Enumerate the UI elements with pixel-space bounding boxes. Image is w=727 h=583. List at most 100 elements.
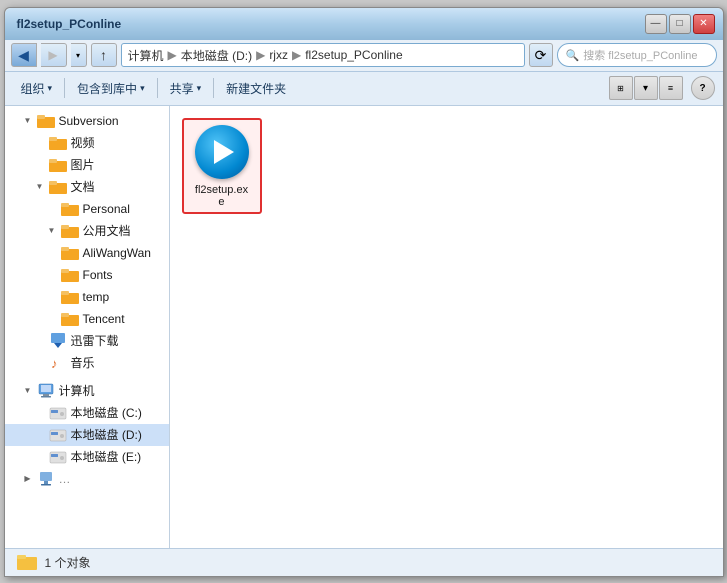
sidebar-item-documents[interactable]: ▼ 文档: [5, 176, 169, 198]
file-icon: [194, 124, 250, 180]
expand-icon: ▼: [23, 116, 33, 126]
sidebar-item-drive-d[interactable]: 本地磁盘 (D:): [5, 424, 169, 446]
expand-icon: [35, 160, 45, 170]
drive-icon: [49, 427, 67, 443]
search-icon: 🔍: [566, 49, 580, 62]
window-controls: — □ ✕: [645, 14, 715, 34]
sidebar-item-temp[interactable]: temp: [5, 286, 169, 308]
sidebar-label: 计算机: [59, 382, 95, 399]
drive-icon: [49, 405, 67, 421]
expand-icon: [35, 430, 45, 440]
download-icon: [49, 333, 67, 349]
sidebar-item-aliwangwang[interactable]: AliWangWan: [5, 242, 169, 264]
sidebar-label: 迅雷下载: [71, 332, 119, 349]
organize-button[interactable]: 组织 ▾: [13, 75, 61, 101]
play-icon-container: [195, 125, 249, 179]
folder-icon: [61, 246, 79, 260]
sidebar-item-personal[interactable]: Personal: [5, 198, 169, 220]
expand-icon: [47, 248, 57, 258]
file-label: fl2setup.exe: [195, 184, 248, 208]
status-folder-icon: [17, 553, 37, 571]
refresh-button[interactable]: ⟳: [529, 43, 553, 67]
expand-icon: [47, 292, 57, 302]
status-text: 1 个对象: [45, 554, 91, 571]
toolbar-separator-2: [157, 78, 158, 98]
minimize-button[interactable]: —: [645, 14, 667, 34]
sidebar-label: Tencent: [83, 312, 125, 326]
path-segment: 计算机 ▶ 本地磁盘 (D:) ▶ rjxz ▶ fl2setup_PConli…: [128, 47, 403, 64]
expand-icon: [35, 452, 45, 462]
toolbar-separator: [64, 78, 65, 98]
folder-icon: [37, 114, 55, 128]
folder-icon: [49, 180, 67, 194]
sidebar-label: 音乐: [71, 354, 95, 371]
folder-icon: [61, 224, 79, 238]
sidebar-item-computer[interactable]: ▼ 计算机: [5, 380, 169, 402]
main-area: ▼ Subversion 视频 图片 ▼ 文档: [5, 106, 723, 548]
sidebar-label: Fonts: [83, 268, 113, 282]
explorer-window: fl2setup_PConline — □ ✕ ◀ ▶ ▾ ↑ 计算机 ▶ 本地…: [4, 7, 724, 577]
sidebar-item-drive-e[interactable]: 本地磁盘 (E:): [5, 446, 169, 468]
network-icon: [37, 471, 55, 487]
folder-icon: [61, 268, 79, 282]
folder-icon: [49, 158, 67, 172]
sidebar-label: Personal: [83, 202, 130, 216]
toolbar-separator-3: [213, 78, 214, 98]
expand-icon: [35, 358, 45, 368]
search-placeholder: 搜索 fl2setup_PConline: [583, 47, 697, 63]
sidebar-label: 本地磁盘 (E:): [71, 448, 142, 465]
help-button[interactable]: ?: [691, 76, 715, 100]
sidebar-item-xunlei[interactable]: 迅雷下载: [5, 330, 169, 352]
sidebar[interactable]: ▼ Subversion 视频 图片 ▼ 文档: [5, 106, 170, 548]
sidebar-item-pictures[interactable]: 图片: [5, 154, 169, 176]
back-button[interactable]: ◀: [11, 43, 37, 67]
maximize-button[interactable]: □: [669, 14, 691, 34]
sidebar-label: …: [59, 472, 71, 486]
sidebar-item-network[interactable]: ▶ …: [5, 468, 169, 490]
sidebar-label: 本地磁盘 (C:): [71, 404, 142, 421]
forward-button[interactable]: ▶: [41, 43, 67, 67]
new-folder-button[interactable]: 新建文件夹: [218, 75, 294, 101]
sidebar-item-music[interactable]: ♪ 音乐: [5, 352, 169, 374]
close-button[interactable]: ✕: [693, 14, 715, 34]
nav-dropdown[interactable]: ▾: [71, 43, 87, 67]
sidebar-item-subversion[interactable]: ▼ Subversion: [5, 110, 169, 132]
view-buttons: ⊞ ▾ ≡: [609, 76, 683, 100]
expand-icon: ▶: [23, 474, 33, 484]
view-toggle-button[interactable]: ⊞: [609, 76, 633, 100]
sidebar-item-drive-c[interactable]: 本地磁盘 (C:): [5, 402, 169, 424]
play-triangle: [214, 140, 234, 164]
search-box[interactable]: 🔍 搜索 fl2setup_PConline: [557, 43, 717, 67]
sidebar-item-video[interactable]: 视频: [5, 132, 169, 154]
sidebar-item-tencent[interactable]: Tencent: [5, 308, 169, 330]
address-bar: ◀ ▶ ▾ ↑ 计算机 ▶ 本地磁盘 (D:) ▶ rjxz ▶ fl2setu…: [5, 40, 723, 72]
sidebar-item-public-docs[interactable]: ▼ 公用文档: [5, 220, 169, 242]
computer-icon: [37, 383, 55, 399]
sidebar-label: Subversion: [59, 114, 119, 128]
expand-icon: [35, 138, 45, 148]
folder-icon: [49, 136, 67, 150]
expand-icon: ▼: [35, 182, 45, 192]
sidebar-label: 本地磁盘 (D:): [71, 426, 142, 443]
details-toggle-button[interactable]: ≡: [659, 76, 683, 100]
status-bar: 1 个对象: [5, 548, 723, 576]
sidebar-label: 公用文档: [83, 222, 131, 239]
up-button[interactable]: ↑: [91, 43, 117, 67]
expand-icon: [47, 314, 57, 324]
expand-icon: ▼: [47, 226, 57, 236]
file-item-fl2setup[interactable]: fl2setup.exe: [182, 118, 262, 214]
address-path[interactable]: 计算机 ▶ 本地磁盘 (D:) ▶ rjxz ▶ fl2setup_PConli…: [121, 43, 525, 67]
folder-icon: [61, 290, 79, 304]
share-button[interactable]: 共享 ▾: [162, 75, 210, 101]
file-grid: fl2setup.exe: [178, 114, 715, 218]
music-icon: ♪: [49, 355, 67, 371]
window-title: fl2setup_PConline: [13, 17, 645, 31]
view-dropdown-button[interactable]: ▾: [634, 76, 658, 100]
content-area[interactable]: fl2setup.exe: [170, 106, 723, 548]
include-lib-button[interactable]: 包含到库中 ▾: [69, 75, 153, 101]
sidebar-label: 视频: [71, 134, 95, 151]
sidebar-item-fonts[interactable]: Fonts: [5, 264, 169, 286]
expand-icon: ▼: [23, 386, 33, 396]
sidebar-label: AliWangWan: [83, 246, 151, 260]
expand-icon: [47, 204, 57, 214]
